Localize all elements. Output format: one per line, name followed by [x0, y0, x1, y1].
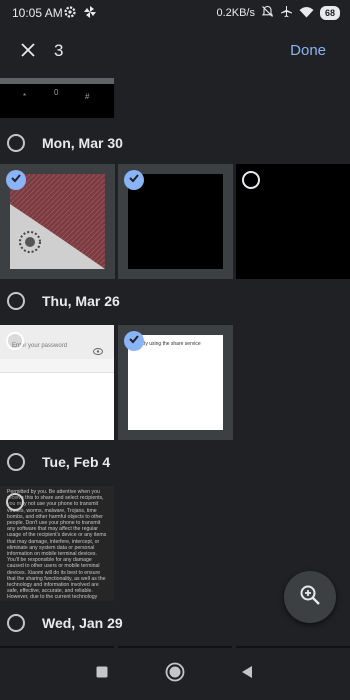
selected-count: 3: [54, 41, 64, 60]
selected-check[interactable]: [124, 331, 144, 351]
square-icon: [96, 665, 108, 683]
recents-button[interactable]: [90, 662, 114, 686]
close-selection-button[interactable]: [14, 38, 42, 66]
select-group-radio[interactable]: [7, 614, 25, 632]
system-nav-bar: [0, 648, 350, 700]
date-group-header: Mon, Mar 30: [0, 124, 350, 164]
back-triangle-icon: [241, 665, 253, 684]
status-time: 10:05 AM: [12, 6, 63, 20]
photo-tile[interactable]: [0, 164, 115, 279]
photo-tile[interactable]: [118, 164, 233, 279]
photo-tile[interactable]: [236, 164, 350, 279]
done-button[interactable]: Done: [290, 42, 326, 59]
select-group-radio[interactable]: [7, 134, 25, 152]
zoom-in-icon: [299, 584, 321, 611]
select-group-radio[interactable]: [7, 453, 25, 471]
unselected-circle[interactable]: [6, 493, 24, 511]
photo-grid[interactable]: * 0 # Mon, Mar 30 Thu, Mar 26 Enter your…: [0, 78, 350, 648]
dialpad-key: 0: [54, 88, 59, 97]
check-icon: [128, 171, 140, 189]
selection-app-bar: 3 Done: [0, 26, 350, 78]
date-label: Wed, Jan 29: [42, 615, 123, 631]
unselected-circle[interactable]: [6, 332, 24, 350]
home-button[interactable]: [163, 662, 187, 686]
unselected-circle[interactable]: [242, 171, 260, 189]
photo-thumbnail: By using the share service: [128, 335, 223, 430]
check-icon: [128, 332, 140, 350]
eye-icon: [93, 342, 103, 360]
back-button[interactable]: [235, 662, 259, 686]
select-group-radio[interactable]: [7, 292, 25, 310]
dialpad-key: *: [23, 92, 27, 101]
home-circle-icon: [165, 662, 185, 687]
date-label: Thu, Mar 26: [42, 293, 120, 309]
close-icon: [20, 42, 36, 63]
photo-thumbnail: [10, 174, 105, 269]
airplane-icon: [280, 5, 293, 21]
photo-tile[interactable]: Permitted by you. Be attentive when you …: [0, 486, 114, 601]
selected-check[interactable]: [6, 170, 26, 190]
photo-thumbnail: [128, 174, 223, 269]
wifi-icon: [299, 6, 314, 21]
photo-tile[interactable]: By using the share service: [118, 325, 233, 440]
date-group-header: Tue, Feb 4: [0, 443, 350, 483]
settings-icon: [63, 5, 77, 24]
photo-tile[interactable]: Enter your password: [0, 325, 114, 440]
bell-off-icon: [261, 5, 274, 21]
status-bar: 10:05 AM 0.2KB/s 68: [0, 0, 350, 26]
date-label: Tue, Feb 4: [42, 454, 111, 470]
battery-icon: 68: [319, 6, 340, 20]
document-text: By using the share service: [142, 341, 201, 347]
check-icon: [10, 171, 22, 189]
network-speed: 0.2KB/s: [216, 7, 255, 19]
date-label: Mon, Mar 30: [42, 135, 123, 151]
date-group-header: Thu, Mar 26: [0, 282, 350, 322]
dialpad-key: #: [85, 92, 90, 101]
photo-tile-dialpad[interactable]: * 0 #: [0, 78, 114, 118]
zoom-button[interactable]: [284, 571, 336, 623]
pinwheel-icon: [83, 5, 97, 24]
selected-check[interactable]: [124, 170, 144, 190]
